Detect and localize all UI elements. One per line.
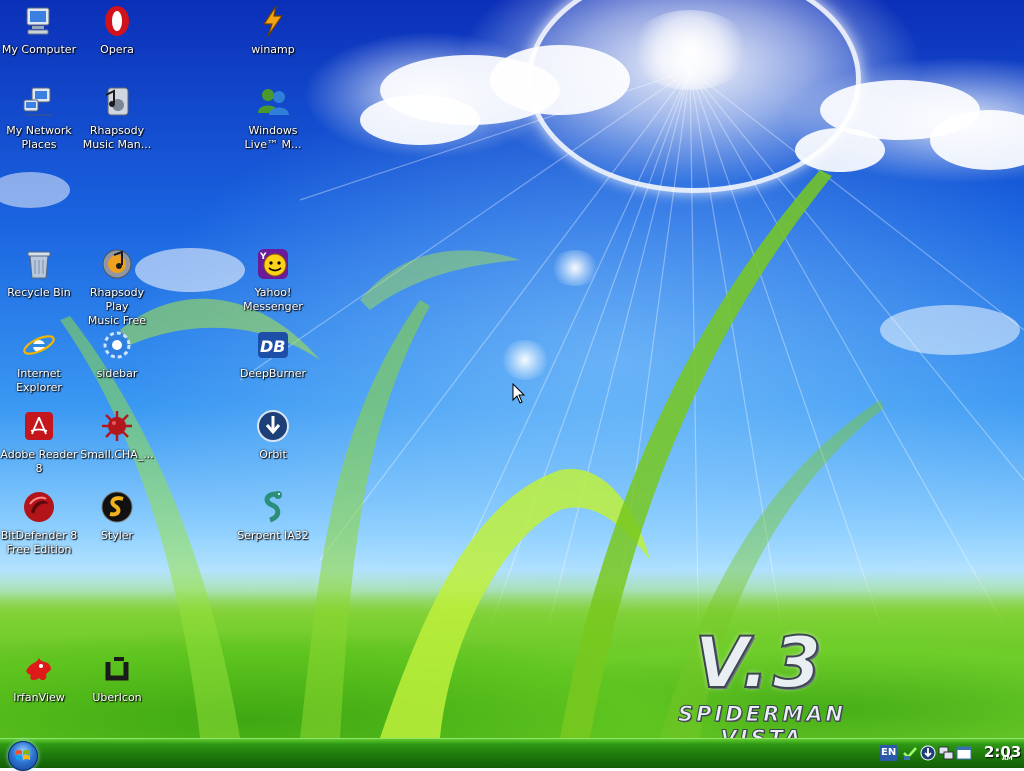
computer-icon <box>22 4 56 38</box>
desktop-icon-label: winamp <box>251 43 295 56</box>
adobe-reader-icon <box>22 409 56 443</box>
desktop-icon-label: Rhapsody Play Music Free <box>87 286 147 327</box>
winamp-icon <box>256 4 290 38</box>
windows-live-messenger-icon <box>256 85 290 119</box>
desktop-icon-label: IrfanView <box>13 691 65 704</box>
orbit-download-icon <box>256 409 290 443</box>
bitdefender-icon <box>22 490 56 524</box>
styler-icon <box>100 490 134 524</box>
taskbar <box>0 738 1024 768</box>
yahoo-messenger-icon: Y <box>256 247 290 281</box>
desktop-icon-label: Serpent IA32 <box>237 529 309 542</box>
serpent-icon <box>256 490 290 524</box>
green-check-icon[interactable] <box>902 745 918 761</box>
rhapsody-play-icon <box>100 247 134 281</box>
desktop-icon-label: BitDefender 8 Free Edition <box>0 529 78 556</box>
deepburner-icon: DB <box>256 328 290 362</box>
desktop-icon-windows-live-messenger[interactable]: Windows Live™ M... <box>234 85 312 152</box>
desktop-icon-my-network-places[interactable]: My Network Places <box>0 85 78 152</box>
desktop-icon-recycle-bin[interactable]: Recycle Bin <box>0 247 78 300</box>
desktop-icon-label: DeepBurner <box>239 367 307 380</box>
windows-logo-icon <box>16 750 30 760</box>
desktop-icon-label: Yahoo! Messenger <box>243 286 303 313</box>
window-tray-icon[interactable] <box>956 745 972 761</box>
desktop-icon-orbit[interactable]: Orbit <box>234 409 312 462</box>
irfanview-icon <box>22 652 56 686</box>
language-indicator[interactable]: EN <box>880 745 898 761</box>
ubericon-icon <box>100 652 134 686</box>
desktop-icon-deepburner[interactable]: DB DeepBurner <box>234 328 312 381</box>
desktop-icon-label: Windows Live™ M... <box>244 124 302 151</box>
network-icon <box>22 85 56 119</box>
desktop-icon-label: My Network Places <box>6 124 72 151</box>
desktop-icon-label: Small.CHA_... <box>80 448 154 461</box>
brand-subtitle: SPIDERMAN VISTA <box>677 702 846 739</box>
desktop-icon-rhapsody-play[interactable]: Rhapsody Play Music Free <box>78 247 156 328</box>
desktop-icon-label: Orbit <box>259 448 287 461</box>
opera-icon <box>100 4 134 38</box>
desktop-icon-my-computer[interactable]: My Computer <box>0 4 78 57</box>
mouse-cursor-icon <box>512 383 526 404</box>
desktop-icon-styler[interactable]: Styler <box>78 490 156 543</box>
start-orb <box>8 741 38 771</box>
desktop-icon-opera[interactable]: Opera <box>78 4 156 57</box>
desktop-icon-label: Rhapsody Music Man... <box>82 124 152 151</box>
desktop-icon-rhapsody-music-manager[interactable]: Rhapsody Music Man... <box>78 85 156 152</box>
desktop-icon-winamp[interactable]: winamp <box>234 4 312 57</box>
desktop-icon-internet-explorer[interactable]: Internet Explorer <box>0 328 78 395</box>
brand-logo: V.3 <box>660 627 860 699</box>
desktop-icon-label: sidebar <box>96 367 138 380</box>
desktop-icon-adobe-reader[interactable]: Adobe Reader 8 <box>0 409 78 476</box>
start-button[interactable] <box>2 740 48 771</box>
clock-ampm: AM <box>1002 755 1013 762</box>
desktop-icon-serpent-ia32[interactable]: Serpent IA32 <box>234 490 312 543</box>
desktop-icon-yahoo-messenger[interactable]: Y Yahoo! Messenger <box>234 247 312 314</box>
desktop-icon-label: Opera <box>100 43 134 56</box>
desktop-icon-small-cha[interactable]: Small.CHA_... <box>78 409 156 462</box>
svg-text:Y: Y <box>259 252 267 262</box>
desktop-icon-label: Internet Explorer <box>16 367 62 394</box>
svg-text:DB: DB <box>260 337 285 356</box>
internet-explorer-icon <box>22 328 56 362</box>
network-tray-icon[interactable] <box>938 745 954 761</box>
virus-icon <box>100 409 134 443</box>
desktop-icon-irfanview[interactable]: IrfanView <box>0 652 78 705</box>
sidebar-gear-icon <box>100 328 134 362</box>
desktop-icon-sidebar[interactable]: sidebar <box>78 328 156 381</box>
rhapsody-manager-icon <box>100 85 134 119</box>
desktop-icon-label: Recycle Bin <box>7 286 71 299</box>
desktop-icon-label: UberIcon <box>92 691 142 704</box>
recycle-bin-icon <box>22 247 56 281</box>
desktop-icon-ubericon[interactable]: UberIcon <box>78 652 156 705</box>
desktop-icon-label: Adobe Reader 8 <box>0 448 78 475</box>
system-tray: EN 2:03 AM <box>876 740 1024 768</box>
desktop-icon-label: Styler <box>100 529 134 542</box>
brand-title: V.3 <box>694 622 826 704</box>
orbit-tray-icon[interactable] <box>920 745 936 761</box>
desktop-icon-label: My Computer <box>1 43 77 56</box>
desktop-icon-bitdefender[interactable]: BitDefender 8 Free Edition <box>0 490 78 557</box>
